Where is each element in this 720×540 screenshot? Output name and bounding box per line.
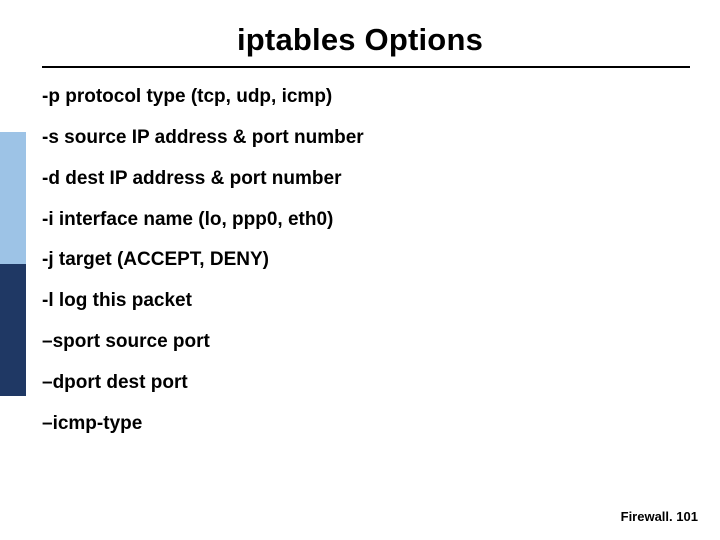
footer-separator: .	[669, 509, 673, 524]
slide-footer: Firewall. 101	[621, 509, 698, 524]
option-item: –icmp-type	[42, 413, 680, 435]
footer-page-number: 101	[676, 509, 698, 524]
title-underline	[42, 66, 690, 68]
option-item: -s source IP address & port number	[42, 127, 680, 149]
options-list: -p protocol type (tcp, udp, icmp) -s sou…	[42, 86, 680, 454]
footer-label: Firewall	[621, 509, 669, 524]
slide-title: iptables Options	[0, 22, 720, 58]
option-item: -i interface name (lo, ppp0, eth0)	[42, 209, 680, 231]
accent-dark-block	[0, 264, 26, 396]
option-item: -p protocol type (tcp, udp, icmp)	[42, 86, 680, 108]
option-item: -d dest IP address & port number	[42, 168, 680, 190]
slide: iptables Options -p protocol type (tcp, …	[0, 0, 720, 540]
accent-light-block	[0, 132, 26, 264]
option-item: –dport dest port	[42, 372, 680, 394]
option-item: –sport source port	[42, 331, 680, 353]
option-item: -j target (ACCEPT, DENY)	[42, 249, 680, 271]
side-accent	[0, 132, 26, 396]
option-item: -l log this packet	[42, 290, 680, 312]
